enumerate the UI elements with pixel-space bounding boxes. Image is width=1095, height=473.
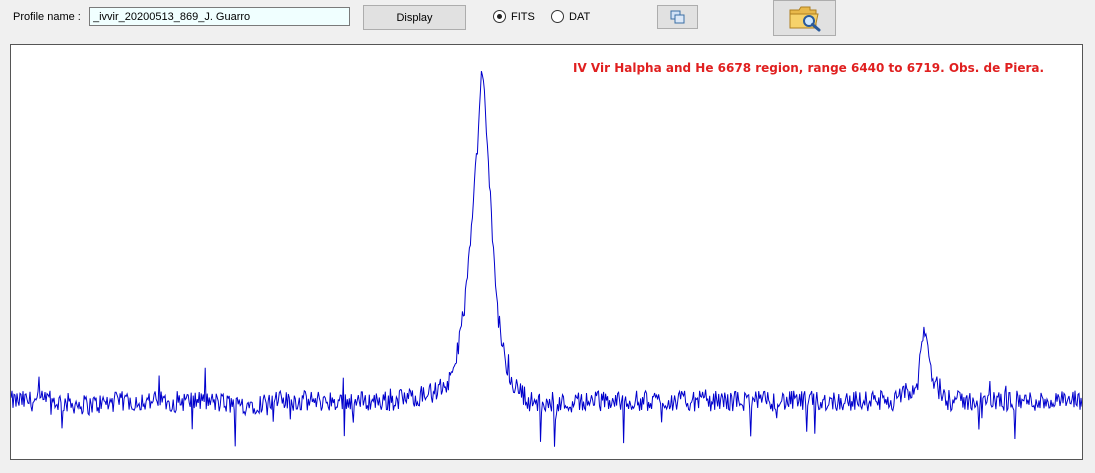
folder-search-icon	[789, 6, 820, 32]
spectrum-viewer-window: Profile name : Display FITS DAT	[0, 0, 1095, 473]
profile-name-input[interactable]	[89, 7, 350, 26]
profile-name-label: Profile name :	[13, 11, 81, 23]
dat-radio[interactable]: DAT	[551, 10, 590, 23]
dat-radio-label: DAT	[569, 10, 591, 23]
open-folder-button[interactable]	[773, 0, 836, 36]
copy-icon	[670, 10, 684, 24]
spectrum-line	[11, 70, 1082, 447]
dat-radio-circle[interactable]	[551, 10, 564, 23]
fits-radio-circle[interactable]	[493, 10, 506, 23]
fits-radio[interactable]: FITS	[493, 10, 535, 23]
spectrum-chart	[11, 70, 1082, 447]
chart-title: IV Vir Halpha and He 6678 region, range …	[573, 61, 1045, 75]
spectrum-plot: IV Vir Halpha and He 6678 region, range …	[10, 44, 1083, 460]
display-button[interactable]: Display	[363, 5, 466, 30]
toolbar: Profile name : Display FITS DAT	[0, 0, 1095, 42]
fits-radio-label: FITS	[511, 10, 535, 23]
copy-button[interactable]	[657, 5, 698, 29]
